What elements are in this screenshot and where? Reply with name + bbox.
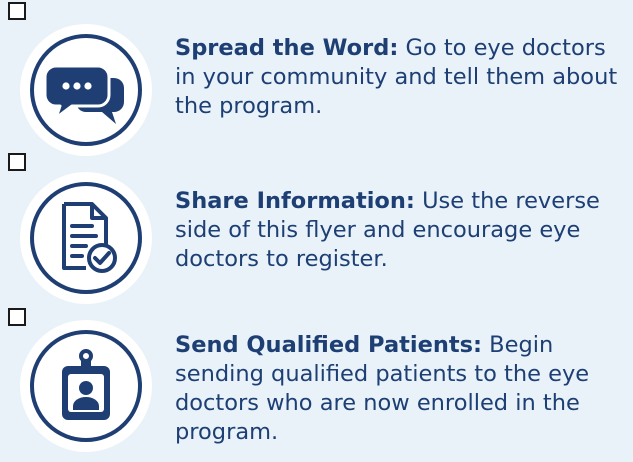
document-check-icon [62, 202, 117, 273]
item-title: Send Qualified Patients: [175, 332, 483, 358]
checkbox-spread-the-word[interactable] [8, 2, 26, 20]
checkbox-send-qualified-patients[interactable] [8, 308, 26, 326]
badge-share-information [20, 172, 152, 304]
speech-bubbles-icon [43, 64, 124, 124]
checkbox-share-information[interactable] [8, 153, 26, 171]
badge-send-qualified-patients [20, 320, 152, 452]
id-badge-icon [62, 349, 110, 420]
item-title: Spread the Word: [175, 35, 399, 61]
checklist-panel: Spread the Word: Go to eye doctors in yo… [0, 0, 633, 462]
item-text-share-information: Share Information: Use the reverse side … [175, 187, 633, 274]
item-title: Share Information: [175, 188, 415, 214]
badge-spread-the-word [20, 24, 152, 156]
item-text-spread-the-word: Spread the Word: Go to eye doctors in yo… [175, 34, 633, 121]
item-text-send-qualified-patients: Send Qualified Patients: Begin sending q… [175, 331, 633, 447]
